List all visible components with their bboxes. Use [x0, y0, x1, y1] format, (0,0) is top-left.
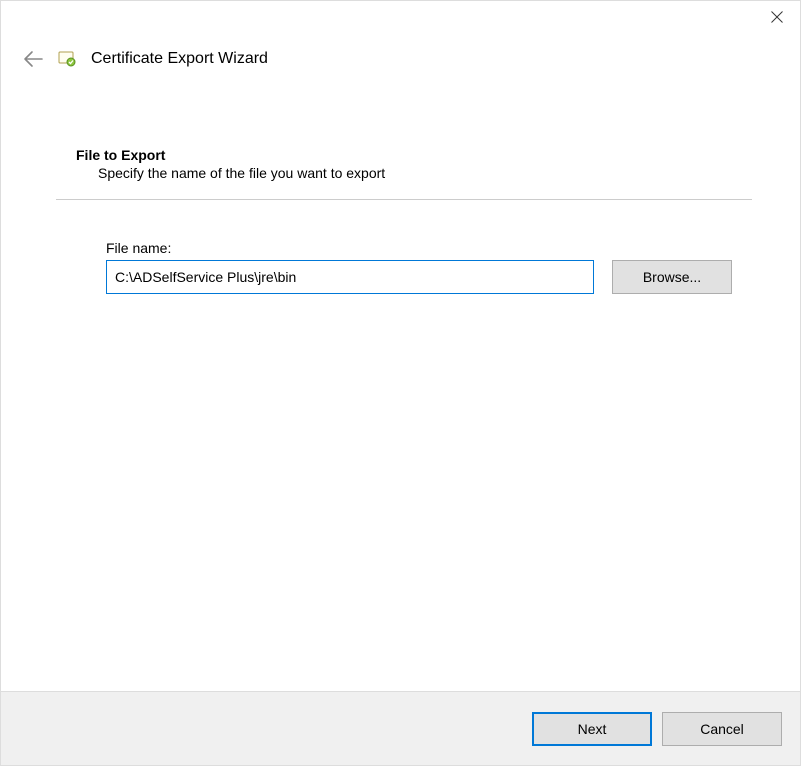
wizard-title: Certificate Export Wizard: [91, 50, 268, 68]
next-button[interactable]: Next: [532, 712, 652, 746]
close-icon: [771, 11, 783, 23]
browse-button[interactable]: Browse...: [612, 260, 732, 294]
section-description: Specify the name of the file you want to…: [76, 165, 745, 181]
divider: [56, 199, 752, 200]
close-button[interactable]: [754, 1, 800, 33]
file-name-label: File name:: [106, 240, 594, 256]
footer: Next Cancel: [1, 691, 800, 765]
certificate-icon: [57, 49, 77, 69]
section-title: File to Export: [76, 147, 745, 163]
file-name-input[interactable]: [106, 260, 594, 294]
back-arrow-icon: [23, 50, 43, 68]
wizard-header: Certificate Export Wizard: [1, 41, 800, 69]
file-row: File name: Browse...: [106, 240, 745, 294]
content-area: File to Export Specify the name of the f…: [1, 69, 800, 294]
titlebar: [1, 1, 800, 41]
cancel-button[interactable]: Cancel: [662, 712, 782, 746]
field-area: File name: Browse...: [76, 240, 745, 294]
back-button[interactable]: [23, 49, 43, 69]
